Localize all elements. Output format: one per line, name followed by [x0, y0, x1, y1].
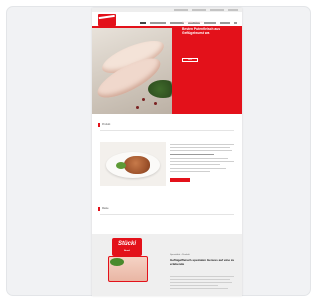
- product-text-line: [170, 168, 226, 170]
- section-title: Produkt: [102, 123, 111, 126]
- brand-logo-large: Stücki Brand: [112, 238, 142, 256]
- brand-product-image[interactable]: Stücki Brand: [106, 238, 148, 288]
- product-heading-line: [170, 154, 214, 156]
- garnish-image: [116, 162, 126, 169]
- roast-image: [124, 156, 150, 174]
- brand-name: Stücki: [117, 241, 136, 247]
- product-text-line: [170, 164, 220, 166]
- brand-text-line: [170, 276, 234, 278]
- product-text-line: [170, 144, 234, 146]
- utility-link[interactable]: [228, 9, 238, 11]
- nav-item[interactable]: [220, 22, 230, 24]
- product-text-line: [170, 158, 228, 160]
- herb-image: [110, 258, 124, 266]
- pepper-image: [136, 106, 139, 109]
- product-text-line: [170, 147, 230, 149]
- brand-text-line: [170, 285, 218, 287]
- section-marker: [98, 123, 100, 127]
- nav-item[interactable]: [150, 22, 166, 24]
- brand-title: Geflügelfleisch-spezialen Genuss auf ein…: [170, 258, 235, 266]
- hero-title: Besten Putenfleisch aus Geflügelwurst wa: [182, 27, 221, 36]
- product-text-line: [170, 171, 210, 173]
- brand-text-line: [170, 288, 228, 290]
- brand-tag: Brand: [124, 250, 130, 252]
- brand-logo[interactable]: [98, 14, 116, 26]
- brand-kicker: Spezialität • Produkt: [170, 254, 190, 256]
- pepper-image: [154, 102, 157, 105]
- hero-kicker: Spezialität • Produkt: [182, 21, 204, 24]
- product-button[interactable]: [170, 178, 190, 182]
- section-marker: [98, 207, 100, 211]
- brand-text-line: [170, 282, 232, 284]
- section-divider: [100, 130, 234, 131]
- nav-item[interactable]: [140, 22, 146, 24]
- brand-text-line: [170, 279, 230, 281]
- search-icon[interactable]: [234, 22, 237, 24]
- hero-banner: [92, 28, 242, 114]
- section-title: Marke: [102, 207, 109, 210]
- hero-panel: [172, 28, 242, 114]
- product-image[interactable]: [100, 142, 166, 186]
- product-text-line: [170, 150, 232, 152]
- hero-button[interactable]: Mehr: [182, 58, 198, 62]
- product-text-line: [170, 161, 234, 163]
- section-divider: [100, 214, 234, 215]
- utility-link[interactable]: [192, 9, 206, 11]
- nav-item[interactable]: [204, 22, 216, 24]
- utility-link[interactable]: [210, 9, 224, 11]
- pepper-image: [142, 98, 145, 101]
- utility-link[interactable]: [174, 9, 188, 11]
- website-preview[interactable]: Spezialität • Produkt Besten Putenfleisc…: [92, 8, 242, 296]
